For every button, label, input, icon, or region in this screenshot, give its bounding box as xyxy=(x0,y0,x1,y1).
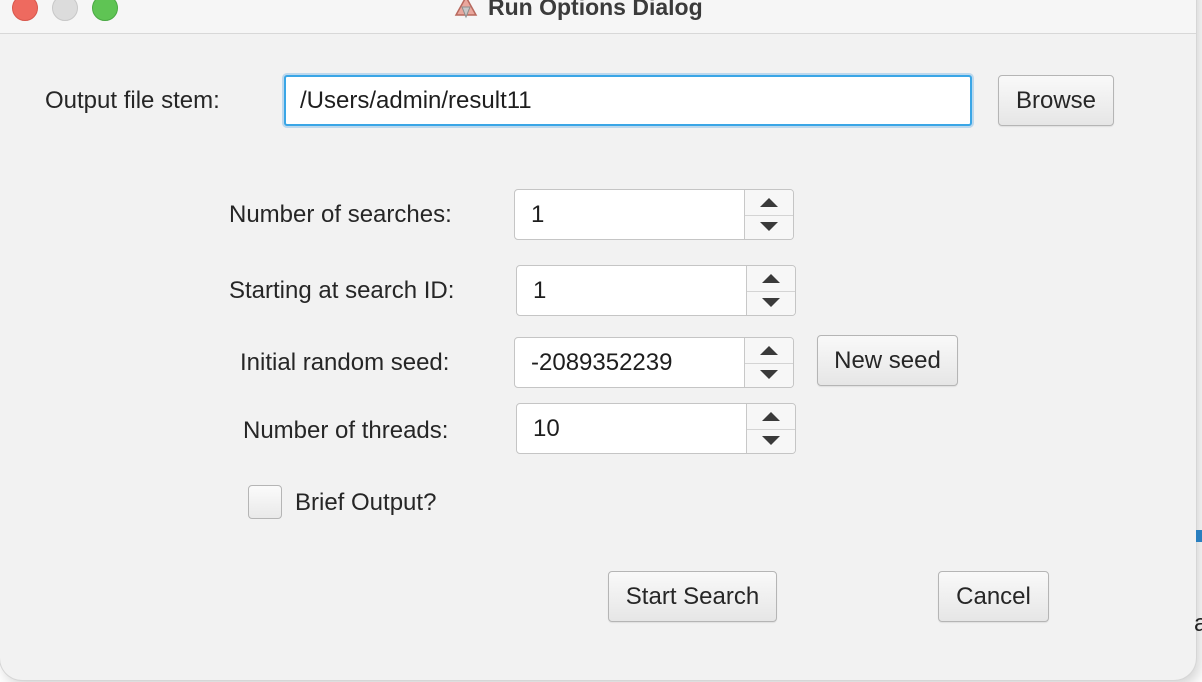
starting-search-id-spinner[interactable]: 1 xyxy=(516,265,796,316)
zoom-window-button[interactable] xyxy=(92,0,118,21)
minimize-window-button[interactable] xyxy=(52,0,78,21)
close-window-button[interactable] xyxy=(12,0,38,21)
background-window-accent xyxy=(1196,530,1202,542)
number-of-threads-increment[interactable] xyxy=(747,404,795,430)
window-title: Run Options Dialog xyxy=(488,0,703,20)
output-file-stem-input[interactable]: /Users/admin/result11 xyxy=(284,75,972,126)
start-search-button[interactable]: Start Search xyxy=(608,571,777,622)
arrow-up-icon xyxy=(760,345,778,355)
random-seed-value: -2089352239 xyxy=(531,348,673,376)
background-window-text: a xyxy=(1194,610,1202,637)
new-seed-button[interactable]: New seed xyxy=(817,335,958,386)
random-seed-decrement[interactable] xyxy=(745,363,793,388)
arrow-up-icon xyxy=(760,197,778,207)
starting-search-id-label: Starting at search ID: xyxy=(229,277,455,304)
output-file-stem-label: Output file stem: xyxy=(45,87,220,114)
dialog-app-icon xyxy=(454,0,478,19)
output-file-stem-value: /Users/admin/result11 xyxy=(300,86,532,114)
number-of-searches-spinner[interactable]: 1 xyxy=(514,189,794,240)
arrow-up-icon xyxy=(762,411,780,421)
arrow-down-icon xyxy=(760,222,778,232)
arrow-down-icon xyxy=(760,370,778,380)
random-seed-increment[interactable] xyxy=(745,338,793,364)
number-of-searches-decrement[interactable] xyxy=(745,215,793,240)
brief-output-label[interactable]: Brief Output? xyxy=(295,489,436,517)
number-of-searches-increment[interactable] xyxy=(745,190,793,216)
starting-search-id-increment[interactable] xyxy=(747,266,795,292)
random-seed-label: Initial random seed: xyxy=(240,349,450,376)
brief-output-checkbox[interactable] xyxy=(248,485,282,519)
arrow-up-icon xyxy=(762,273,780,283)
random-seed-spinner[interactable]: -2089352239 xyxy=(514,337,794,388)
number-of-searches-label: Number of searches: xyxy=(229,201,452,228)
run-options-dialog: Run Options Dialog Output file stem: /Us… xyxy=(0,0,1196,680)
cancel-button[interactable]: Cancel xyxy=(938,571,1049,622)
number-of-threads-label: Number of threads: xyxy=(243,417,449,444)
browse-button[interactable]: Browse xyxy=(998,75,1114,126)
arrow-down-icon xyxy=(762,436,780,446)
number-of-searches-value: 1 xyxy=(531,200,545,228)
number-of-threads-spinner[interactable]: 10 xyxy=(516,403,796,454)
starting-search-id-decrement[interactable] xyxy=(747,291,795,316)
arrow-down-icon xyxy=(762,298,780,308)
number-of-threads-decrement[interactable] xyxy=(747,429,795,454)
starting-search-id-value: 1 xyxy=(533,276,547,304)
title-bar[interactable]: Run Options Dialog xyxy=(0,0,1196,34)
number-of-threads-value: 10 xyxy=(533,414,560,442)
